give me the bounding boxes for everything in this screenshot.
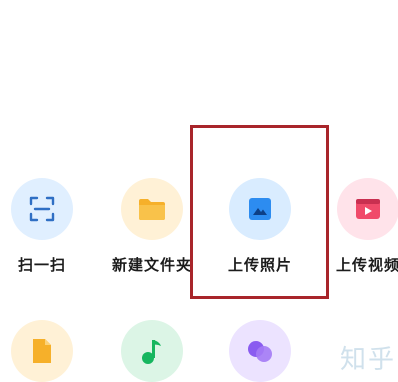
music-icon-circle: [121, 320, 183, 382]
document-icon: [33, 339, 51, 363]
circles-action[interactable]: [200, 320, 320, 382]
video-icon-circle: [337, 178, 398, 240]
highlight-box: [190, 125, 329, 299]
document-action[interactable]: [0, 320, 102, 382]
scan-icon: [29, 196, 55, 222]
watermark: 知乎: [339, 345, 396, 375]
music-action[interactable]: [92, 320, 212, 382]
scan-icon-circle: [11, 178, 73, 240]
document-icon-circle: [11, 320, 73, 382]
circles-icon: [248, 341, 272, 362]
circles-icon-circle: [229, 320, 291, 382]
video-icon: [356, 199, 380, 219]
scan-action[interactable]: 扫一扫: [0, 178, 102, 275]
folder-icon-circle: [121, 178, 183, 240]
music-icon: [142, 340, 161, 364]
scan-label: 扫一扫: [17, 256, 66, 274]
folder-icon: [139, 199, 165, 220]
